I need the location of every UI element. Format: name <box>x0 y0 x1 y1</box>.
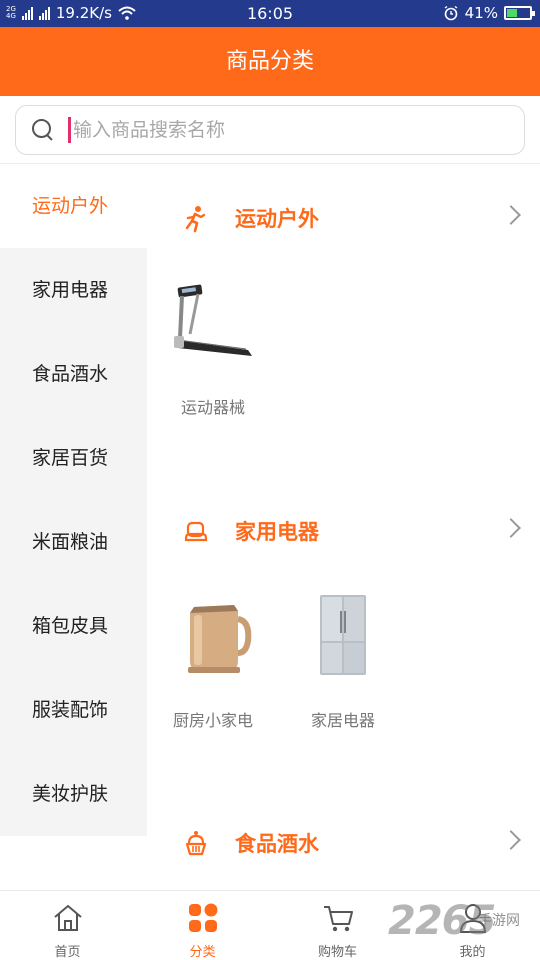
product-label: 厨房小家电 <box>172 711 253 730</box>
category-icon <box>188 903 217 932</box>
tab-label: 分类 <box>189 945 216 960</box>
product-label: 家居电器 <box>310 711 375 730</box>
kettle-image <box>188 605 252 673</box>
product-item[interactable]: 家居电器 <box>293 591 393 731</box>
section-header[interactable]: 食品酒水 <box>147 823 540 863</box>
tab-label: 首页 <box>54 945 81 960</box>
section-title: 食品酒水 <box>235 832 319 856</box>
text-cursor <box>68 117 71 143</box>
section-title: 运动户外 <box>235 207 319 231</box>
alarm-icon <box>444 5 458 21</box>
search-area <box>0 96 540 164</box>
home-icon <box>53 904 82 931</box>
category-content: 运动户外 运动器械 家用电器 厨房小家电 家居电器 食品酒水 <box>147 164 540 890</box>
chevron-right-icon[interactable] <box>501 830 521 850</box>
battery-fill <box>507 9 517 17</box>
tab-home[interactable]: 首页 <box>0 891 135 960</box>
status-right: 41% <box>443 4 535 22</box>
category-sidebar: 运动户外 家用电器 食品酒水 家居百货 米面粮油 箱包皮具 服装配饰 美妆护肤 <box>0 164 147 890</box>
fridge-image <box>320 595 366 675</box>
sidebar-item-appliances[interactable]: 家用电器 <box>0 248 147 332</box>
sidebar-item-beauty[interactable]: 美妆护肤 <box>0 752 147 836</box>
status-bar: 2G 4G 19.2K/s 16:05 41% <box>0 0 540 27</box>
battery-icon <box>504 6 535 20</box>
section-title: 家用电器 <box>235 520 319 544</box>
sidebar-item-sports[interactable]: 运动户外 <box>0 164 147 248</box>
section-header[interactable]: 运动户外 <box>147 198 540 238</box>
sidebar-item-grains-oil[interactable]: 米面粮油 <box>0 500 147 584</box>
appliance-icon <box>184 521 208 542</box>
treadmill-image <box>174 284 252 356</box>
tab-category[interactable]: 分类 <box>135 891 270 960</box>
sidebar-item-apparel[interactable]: 服装配饰 <box>0 668 147 752</box>
battery-percent: 41% <box>464 4 498 22</box>
sidebar-item-food-drinks[interactable]: 食品酒水 <box>0 332 147 416</box>
sidebar-item-bags[interactable]: 箱包皮具 <box>0 584 147 668</box>
search-input[interactable] <box>73 119 473 141</box>
section-header[interactable]: 家用电器 <box>147 511 540 551</box>
product-item[interactable]: 厨房小家电 <box>163 591 263 731</box>
watermark-text: 手游网 <box>478 913 520 929</box>
search-box[interactable] <box>15 105 525 155</box>
cake-icon <box>185 831 207 856</box>
page-title: 商品分类 <box>225 49 314 74</box>
search-icon <box>32 119 54 141</box>
tab-cart[interactable]: 购物车 <box>270 891 405 960</box>
tab-label: 购物车 <box>317 945 357 960</box>
cart-icon <box>323 906 353 932</box>
sidebar-item-home-goods[interactable]: 家居百货 <box>0 416 147 500</box>
chevron-right-icon[interactable] <box>501 205 521 225</box>
product-label: 运动器械 <box>180 398 245 417</box>
page-header: 商品分类 <box>0 27 540 96</box>
chevron-right-icon[interactable] <box>501 518 521 538</box>
running-icon <box>185 206 206 233</box>
product-item[interactable]: 运动器械 <box>163 278 263 418</box>
